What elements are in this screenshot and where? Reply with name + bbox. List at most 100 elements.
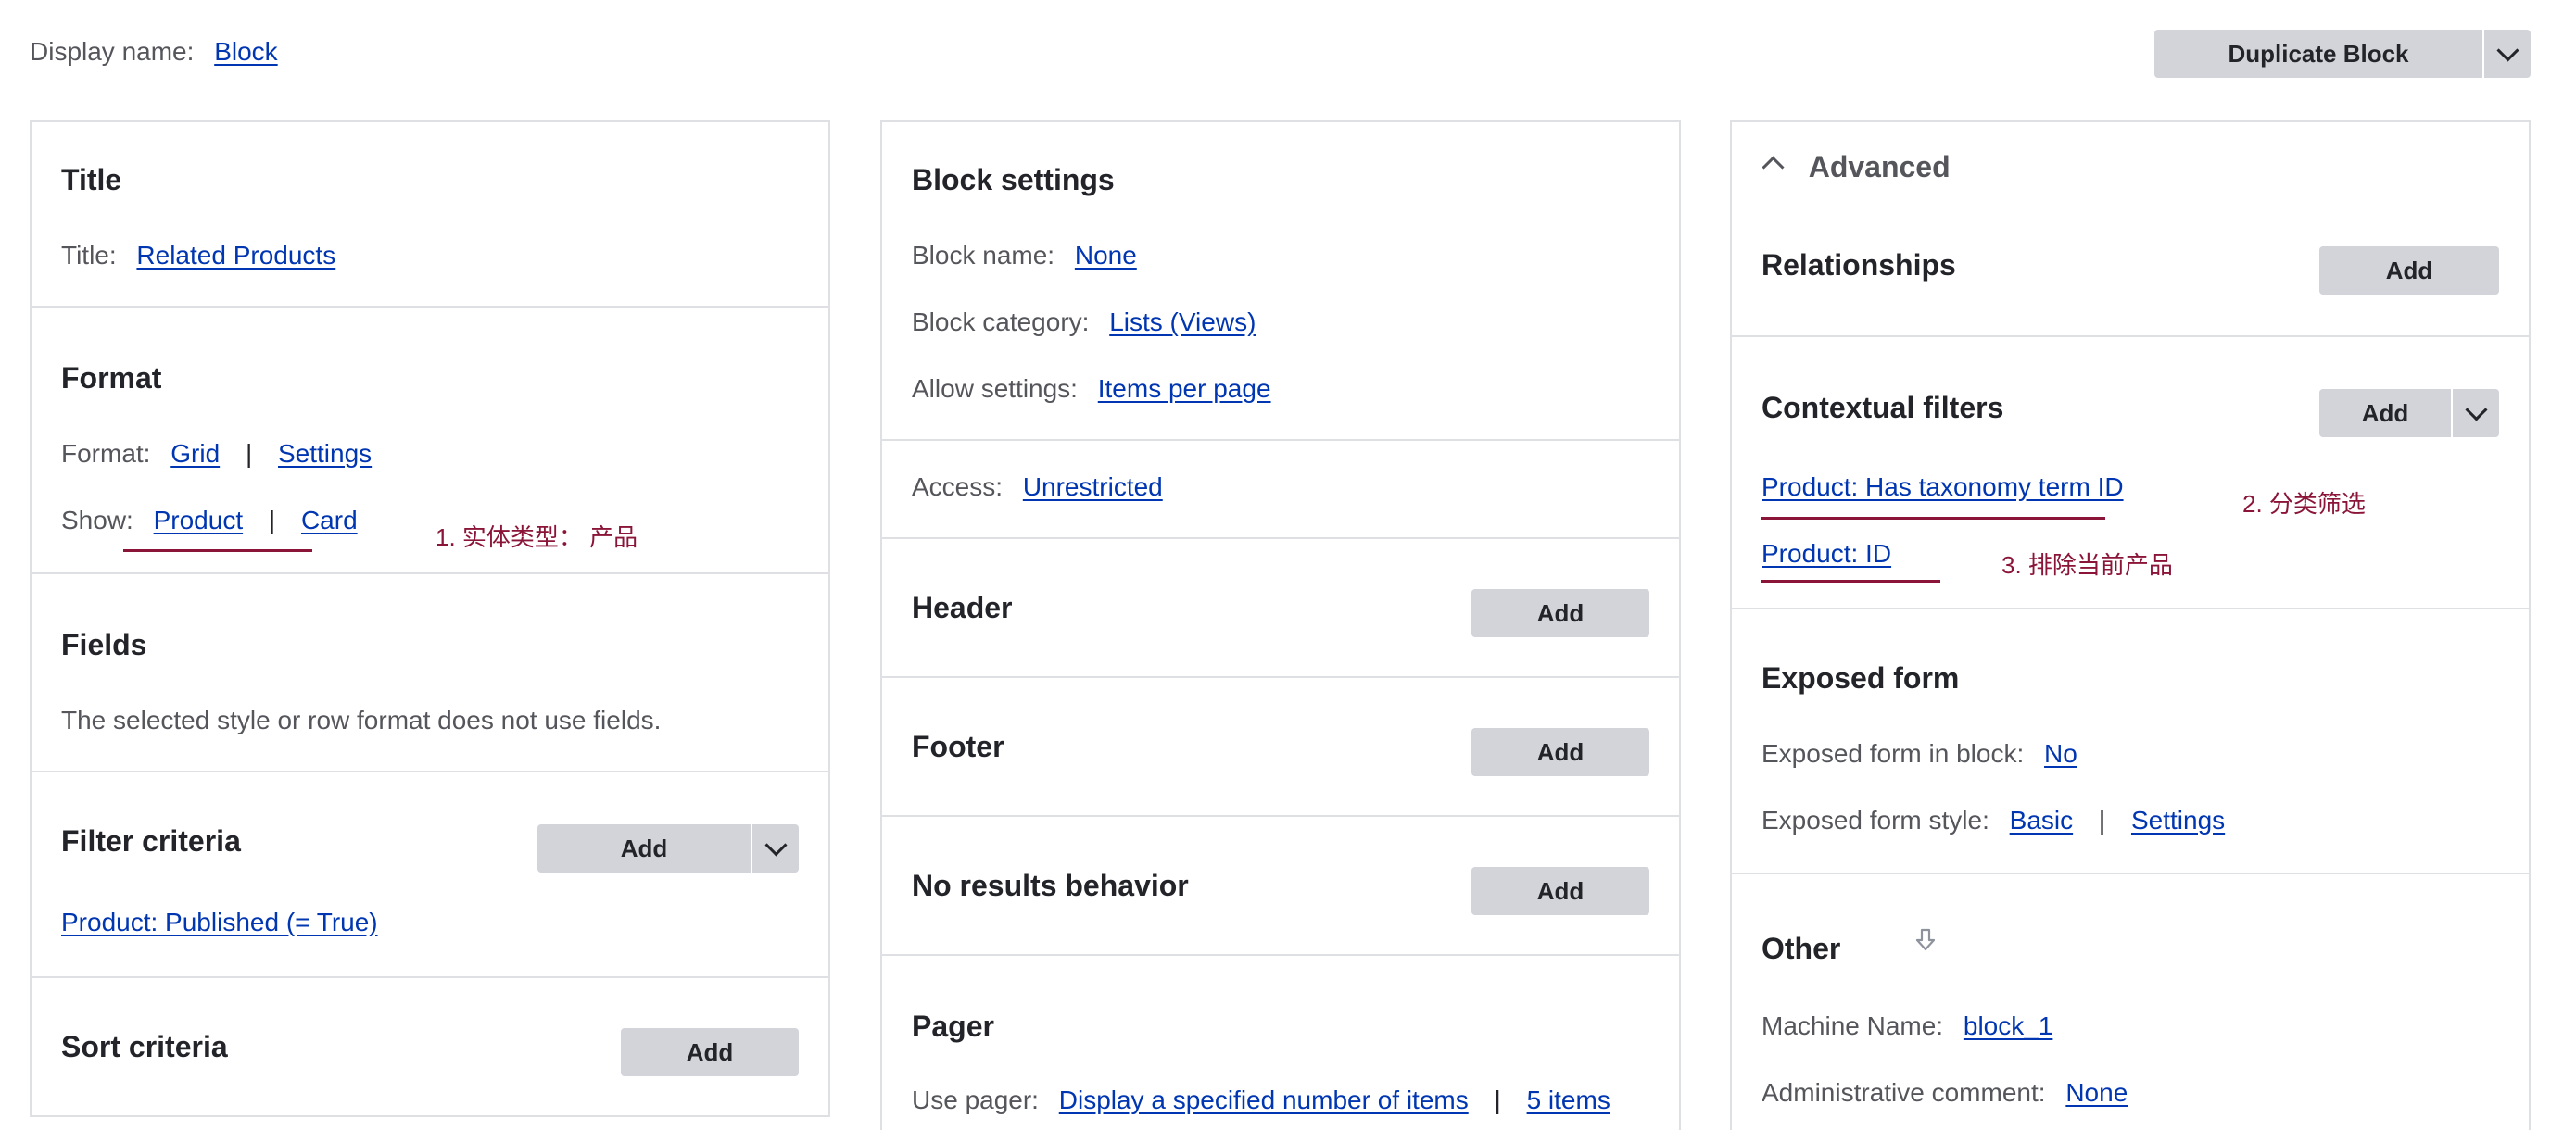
sort-criteria-heading: Sort criteria [61,1030,228,1063]
access-row: Access: Unrestricted [912,472,1163,502]
display-name-link[interactable]: Block [214,37,277,66]
annotation-note-1: 1. 实体类型： 产品 [436,523,638,551]
contextual-add-toggle[interactable] [2451,389,2499,437]
footer-heading: Footer [912,730,1004,763]
block-category-link[interactable]: Lists (Views) [1109,308,1256,336]
format-row: Format: Grid | Settings [61,439,372,469]
other-section: Other Machine Name: block_1 Administrati… [1732,874,2529,1130]
block-name-link[interactable]: None [1075,241,1137,270]
relationships-add-button[interactable]: Add [2319,246,2499,295]
display-name-label: Display name: [30,37,195,66]
machine-name-link[interactable]: block_1 [1964,1011,2053,1040]
format-label: Format: [61,439,151,468]
contextual-taxonomy-link[interactable]: Product: Has taxonomy term ID [1762,472,2124,501]
pager-type-link[interactable]: Display a specified number of items [1059,1086,1469,1114]
filter-add-button[interactable]: Add [537,824,751,873]
block-settings-section: Block settings Block name: None Block ca… [882,122,1679,441]
relationships-section: Relationships Add [1732,196,2529,337]
no-results-section: No results behavior Add [882,817,1679,956]
title-link[interactable]: Related Products [136,241,335,270]
filter-add-dropbutton: Add [537,824,799,873]
pager-label: Use pager: [912,1086,1039,1114]
contextual-add-dropbutton: Add [2319,389,2499,437]
exposed-style-link[interactable]: Basic [2010,806,2073,835]
no-results-heading: No results behavior [912,869,1189,902]
annotation-underline-2 [1761,517,2105,520]
admin-comment-link[interactable]: None [2065,1078,2128,1107]
header-add-button[interactable]: Add [1471,589,1649,637]
relationships-heading: Relationships [1762,248,1956,282]
header-section: Header Add [882,539,1679,678]
exposed-form-heading: Exposed form [1762,661,1960,695]
separator: | [268,506,276,534]
contextual-filters-heading: Contextual filters [1762,391,2004,424]
advanced-toggle[interactable]: Advanced [1758,150,1951,184]
exposed-settings-link[interactable]: Settings [2131,806,2225,835]
pager-items-link[interactable]: 5 items [1527,1086,1610,1114]
duplicate-block-dropbutton: Duplicate Block [2154,30,2531,78]
admin-comment-label: Administrative comment: [1762,1078,2046,1107]
annotation-note-3: 3. 排除当前产品 [2001,551,2173,579]
filter-criteria-section: Filter criteria Add Product: Published (… [32,772,828,978]
title-row: Title: Related Products [61,241,335,270]
access-link[interactable]: Unrestricted [1023,472,1163,501]
show-card-link[interactable]: Card [301,506,358,534]
machine-name-row: Machine Name: block_1 [1762,1011,2052,1041]
contextual-item-row: Product: Has taxonomy term ID [1762,472,2124,502]
filter-published-link[interactable]: Product: Published (= True) [61,908,378,936]
format-settings-link[interactable]: Settings [278,439,372,468]
exposed-style-label: Exposed form style: [1762,806,1989,835]
separator: | [245,439,253,468]
duplicate-block-button[interactable]: Duplicate Block [2154,30,2482,78]
chevron-down-icon [2464,397,2488,421]
block-category-label: Block category: [912,308,1090,336]
filter-add-toggle[interactable] [751,824,799,873]
sort-add-button[interactable]: Add [621,1028,799,1076]
pager-section: Pager Use pager: Display a specified num… [882,956,1679,1130]
duplicate-block-toggle[interactable] [2482,30,2531,78]
separator: | [2098,806,2106,835]
block-name-row: Block name: None [912,241,1137,270]
show-product-link[interactable]: Product [154,506,244,534]
pager-heading: Pager [912,1010,994,1043]
title-section: Title Title: Related Products [32,122,828,308]
separator: | [1494,1086,1501,1114]
filter-item-row: Product: Published (= True) [61,908,378,937]
header-heading: Header [912,591,1013,624]
chevron-down-icon [764,833,788,857]
exposed-in-block-link[interactable]: No [2044,739,2077,768]
fields-section: Fields The selected style or row format … [32,574,828,772]
filter-criteria-heading: Filter criteria [61,824,241,858]
display-name-row: Display name: Block [30,37,278,67]
contextual-id-link[interactable]: Product: ID [1762,539,1891,568]
machine-name-label: Machine Name: [1762,1011,1944,1040]
format-section: Format Format: Grid | Settings Show: Pro… [32,308,828,574]
sort-criteria-section: Sort criteria Add [32,978,828,1115]
advanced-label: Advanced [1808,150,1951,183]
column-1: Title Title: Related Products Format For… [30,120,830,1117]
show-label: Show: [61,506,133,534]
format-grid-link[interactable]: Grid [170,439,220,468]
annotation-underline-1 [123,549,312,552]
exposed-in-block-row: Exposed form in block: No [1762,739,2077,769]
block-name-label: Block name: [912,241,1055,270]
exposed-style-row: Exposed form style: Basic | Settings [1762,806,2225,835]
no-results-add-button[interactable]: Add [1471,867,1649,915]
title-label: Title: [61,241,117,270]
pager-row: Use pager: Display a specified number of… [912,1086,1610,1115]
exposed-form-section: Exposed form Exposed form in block: No E… [1732,609,2529,874]
contextual-item-row: Product: ID [1762,539,1891,569]
allow-settings-link[interactable]: Items per page [1098,374,1271,403]
contextual-add-button[interactable]: Add [2319,389,2451,437]
allow-settings-label: Allow settings: [912,374,1078,403]
download-icon[interactable] [1913,926,1938,954]
admin-comment-row: Administrative comment: None [1762,1078,2128,1108]
column-3: Advanced Relationships Add Contextual fi… [1730,120,2531,1130]
format-heading: Format [61,361,162,395]
exposed-in-block-label: Exposed form in block: [1762,739,2025,768]
annotation-underline-3 [1761,580,1940,583]
annotation-note-2: 2. 分类筛选 [2242,490,2366,518]
chevron-down-icon [2495,38,2519,62]
other-heading: Other [1762,932,1841,965]
footer-add-button[interactable]: Add [1471,728,1649,776]
